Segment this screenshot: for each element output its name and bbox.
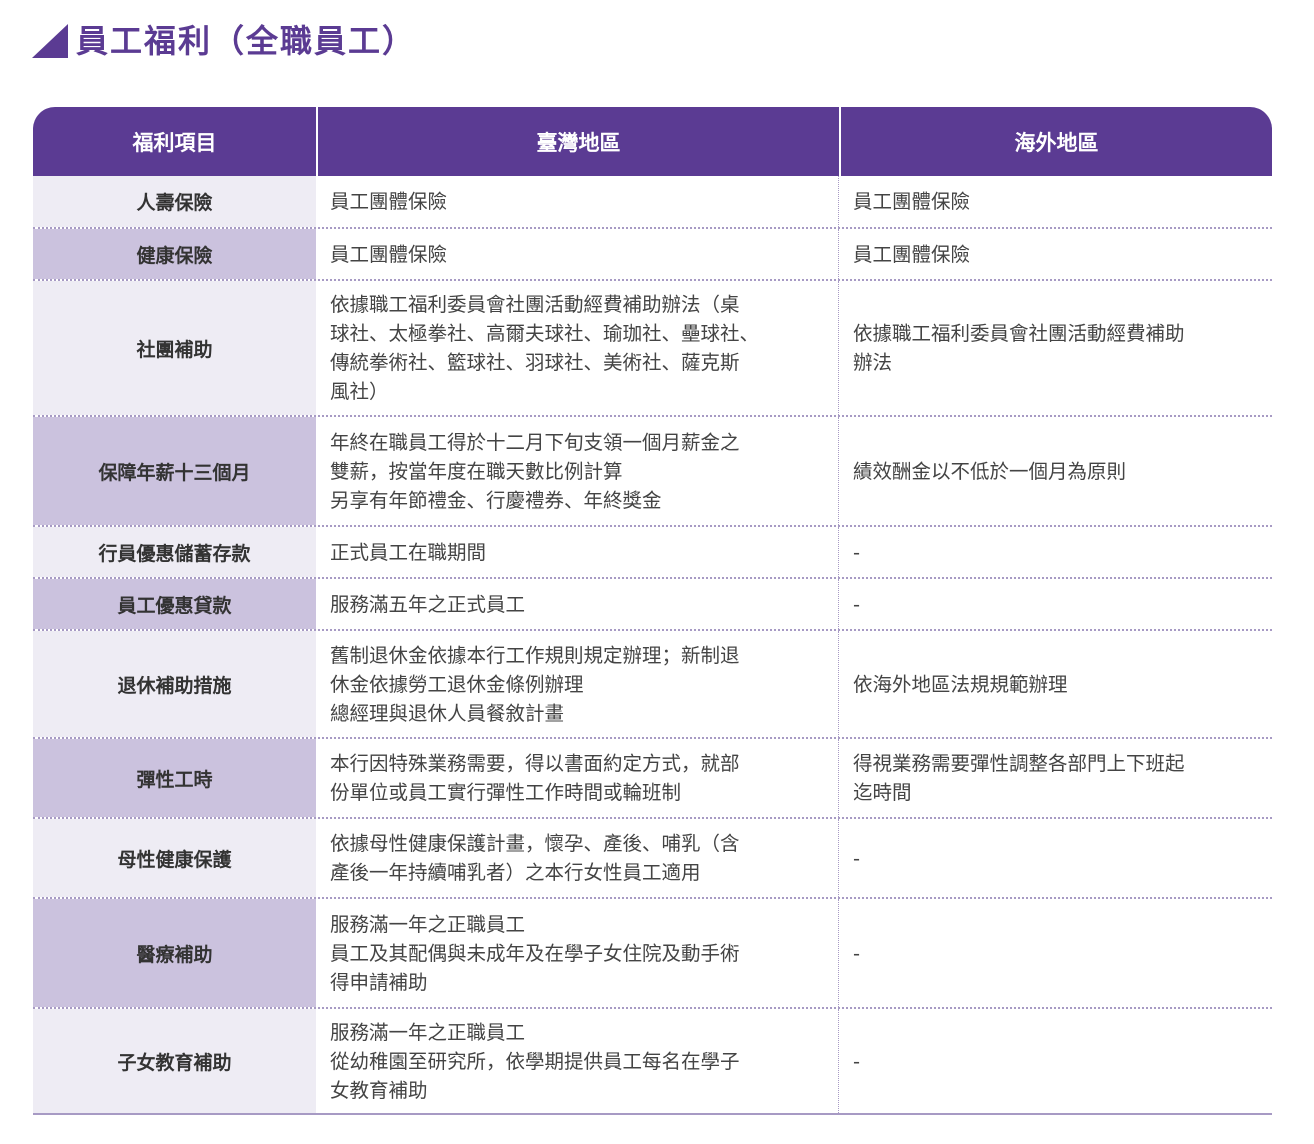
overseas-cell: -	[839, 1009, 1272, 1113]
table-body: 人壽保險 員工團體保險 員工團體保險 健康保險 員工團體保險 員工團體保險 社團補助 依據職工…	[33, 176, 1272, 1115]
taiwan-cell: 舊制退休金依據本行工作規則規定辦理；新制退 休金依據勞工退休金條例辦理 總經理與退休…	[316, 631, 839, 737]
taiwan-cell: 正式員工在職期間	[316, 527, 839, 577]
overseas-cell: -	[839, 527, 1272, 577]
table-row: 社團補助 依據職工福利委員會社團活動經費補助辦法（桌 球社、太極拳社、高爾夫球社、瑜…	[33, 281, 1272, 417]
taiwan-text-line: 傳統拳術社、籃球社、羽球社、美術社、薩克斯	[330, 351, 740, 374]
table-row: 彈性工時 本行因特殊業務需要，得以書面約定方式，就部 份單位或員工實行彈性工作時間或…	[33, 739, 1272, 819]
taiwan-text-line: 服務滿一年之正職員工	[330, 912, 526, 936]
benefit-item-cell: 人壽保險	[33, 176, 316, 227]
taiwan-text-line: 總經理與退休人員餐敘計畫	[330, 701, 565, 725]
page-title: 員工福利（全職員工）	[76, 22, 417, 60]
table-header: 福利項目 臺灣地區 海外地區	[33, 107, 1272, 176]
taiwan-cell: 依據職工福利委員會社團活動經費補助辦法（桌 球社、太極拳社、高爾夫球社、瑜珈社、壘…	[316, 281, 839, 415]
taiwan-text-line: 休金依據勞工退休金條例辦理	[330, 672, 584, 696]
overseas-text-line: 得視業務需要彈性調整各部門上下班起	[853, 752, 1185, 775]
overseas-text-line: 迄時間	[853, 781, 912, 804]
overseas-text-line: 績效酬金以不低於一個月為原則	[853, 459, 1127, 483]
table-row: 子女教育補助 服務滿一年之正職員工從幼稚園至研究所，依學期提供員工每名在學子 女教育…	[33, 1009, 1272, 1115]
taiwan-text-line: 女教育補助	[330, 1078, 428, 1102]
overseas-cell: 員工團體保險	[839, 176, 1272, 227]
overseas-cell: -	[839, 579, 1272, 629]
overseas-text-line: -	[853, 846, 861, 870]
taiwan-text-line: 服務滿五年之正式員工	[330, 592, 526, 616]
benefit-item-cell: 社團補助	[33, 281, 316, 415]
overseas-cell: 依海外地區法規規範辦理	[839, 631, 1272, 737]
table-row: 保障年薪十三個月 年終在職員工得於十二月下旬支領一個月薪金之 雙薪，按當年度在職天數…	[33, 417, 1272, 527]
benefits-table: 福利項目 臺灣地區 海外地區 人壽保險 員工團體保險 員工團體保險 健康保險 員工團體保…	[33, 107, 1272, 1115]
taiwan-text-line: 舊制退休金依據本行工作規則規定辦理；新制退	[330, 643, 740, 667]
taiwan-cell: 服務滿一年之正職員工員工及其配偶與未成年及在學子女住院及動手術 得申請補助	[316, 899, 839, 1007]
table-row: 人壽保險 員工團體保險 員工團體保險	[33, 176, 1272, 229]
overseas-text-line: 員工團體保險	[853, 242, 971, 266]
benefit-item-cell: 子女教育補助	[33, 1009, 316, 1113]
overseas-text-line: 員工團體保險	[853, 190, 971, 213]
taiwan-text-line: 雙薪，按當年度在職天數比例計算	[330, 459, 623, 483]
taiwan-cell: 服務滿一年之正職員工從幼稚園至研究所，依學期提供員工每名在學子 女教育補助	[316, 1009, 839, 1113]
taiwan-text-line: 員工團體保險	[330, 190, 448, 213]
taiwan-cell: 服務滿五年之正式員工	[316, 579, 839, 629]
benefit-item-cell: 彈性工時	[33, 739, 316, 817]
taiwan-text-line: 依據母性健康保護計畫，懷孕、產後、哺乳（含	[330, 832, 740, 855]
table-row: 醫療補助 服務滿一年之正職員工員工及其配偶與未成年及在學子女住院及動手術 得申請補助…	[33, 899, 1272, 1009]
benefit-item-cell: 行員優惠儲蓄存款	[33, 527, 316, 577]
taiwan-text-line: 本行因特殊業務需要，得以書面約定方式，就部	[330, 752, 740, 775]
overseas-text-line: -	[853, 540, 861, 564]
overseas-text-line: 依海外地區法規規範辦理	[853, 672, 1068, 696]
overseas-text-line: 依據職工福利委員會社團活動經費補助	[853, 322, 1185, 345]
table-row: 健康保險 員工團體保險 員工團體保險	[33, 229, 1272, 281]
table-row: 母性健康保護 依據母性健康保護計畫，懷孕、產後、哺乳（含 產後一年持續哺乳者）之本行…	[33, 819, 1272, 899]
table-row: 行員優惠儲蓄存款 正式員工在職期間 -	[33, 527, 1272, 579]
benefit-item-cell: 母性健康保護	[33, 819, 316, 897]
overseas-cell: 績效酬金以不低於一個月為原則	[839, 417, 1272, 525]
overseas-cell: 得視業務需要彈性調整各部門上下班起 迄時間	[839, 739, 1272, 817]
overseas-cell: 員工團體保險	[839, 229, 1272, 279]
taiwan-cell: 員工團體保險	[316, 176, 839, 227]
taiwan-text-line: 另享有年節禮金、行慶禮券、年終獎金	[330, 488, 662, 512]
taiwan-cell: 依據母性健康保護計畫，懷孕、產後、哺乳（含 產後一年持續哺乳者）之本行女性員工適用	[316, 819, 839, 897]
taiwan-text-line: 份單位或員工實行彈性工作時間或輪班制	[330, 781, 682, 804]
page-title-block: 員工福利（全職員工）	[32, 14, 416, 64]
taiwan-text-line: 依據職工福利委員會社團活動經費補助辦法（桌	[330, 293, 740, 316]
taiwan-text-line: 球社、太極拳社、高爾夫球社、瑜珈社、壘球社、	[330, 322, 760, 345]
header-item: 福利項目	[132, 130, 217, 155]
overseas-text-line: -	[853, 1049, 861, 1073]
taiwan-text-line: 從幼稚園至研究所，依學期提供員工每名在學子	[330, 1049, 740, 1073]
overseas-text-line: 辦法	[853, 351, 893, 374]
taiwan-cell: 年終在職員工得於十二月下旬支領一個月薪金之 雙薪，按當年度在職天數比例計算另享有年…	[316, 417, 839, 525]
taiwan-text-line: 得申請補助	[330, 970, 428, 994]
title-triangle-icon	[32, 24, 68, 58]
benefit-item-cell: 健康保險	[33, 229, 316, 279]
benefit-item-cell: 退休補助措施	[33, 631, 316, 737]
taiwan-text-line: 年終在職員工得於十二月下旬支領一個月薪金之	[330, 430, 740, 454]
benefit-item-cell: 員工優惠貸款	[33, 579, 316, 629]
benefit-item-cell: 醫療補助	[33, 899, 316, 1007]
overseas-text-line: -	[853, 592, 861, 616]
header-taiwan: 臺灣地區	[316, 107, 839, 176]
taiwan-text-line: 正式員工在職期間	[330, 540, 487, 564]
header-overseas: 海外地區	[839, 107, 1272, 176]
benefit-item-cell: 保障年薪十三個月	[33, 417, 316, 525]
taiwan-text-line: 服務滿一年之正職員工	[330, 1020, 526, 1044]
table-row: 退休補助措施 舊制退休金依據本行工作規則規定辦理；新制退 休金依據勞工退休金條例辦理…	[33, 631, 1272, 739]
overseas-cell: -	[839, 819, 1272, 897]
overseas-cell: -	[839, 899, 1272, 1007]
taiwan-cell: 本行因特殊業務需要，得以書面約定方式，就部 份單位或員工實行彈性工作時間或輪班制	[316, 739, 839, 817]
table-row: 員工優惠貸款 服務滿五年之正式員工 -	[33, 579, 1272, 631]
taiwan-text-line: 員工團體保險	[330, 242, 448, 266]
taiwan-cell: 員工團體保險	[316, 229, 839, 279]
taiwan-text-line: 產後一年持續哺乳者）之本行女性員工適用	[330, 861, 701, 884]
overseas-text-line: -	[853, 941, 861, 965]
taiwan-text-line: 風社）	[330, 380, 389, 403]
overseas-cell: 依據職工福利委員會社團活動經費補助 辦法	[839, 281, 1272, 415]
taiwan-text-line: 員工及其配偶與未成年及在學子女住院及動手術	[330, 941, 740, 965]
